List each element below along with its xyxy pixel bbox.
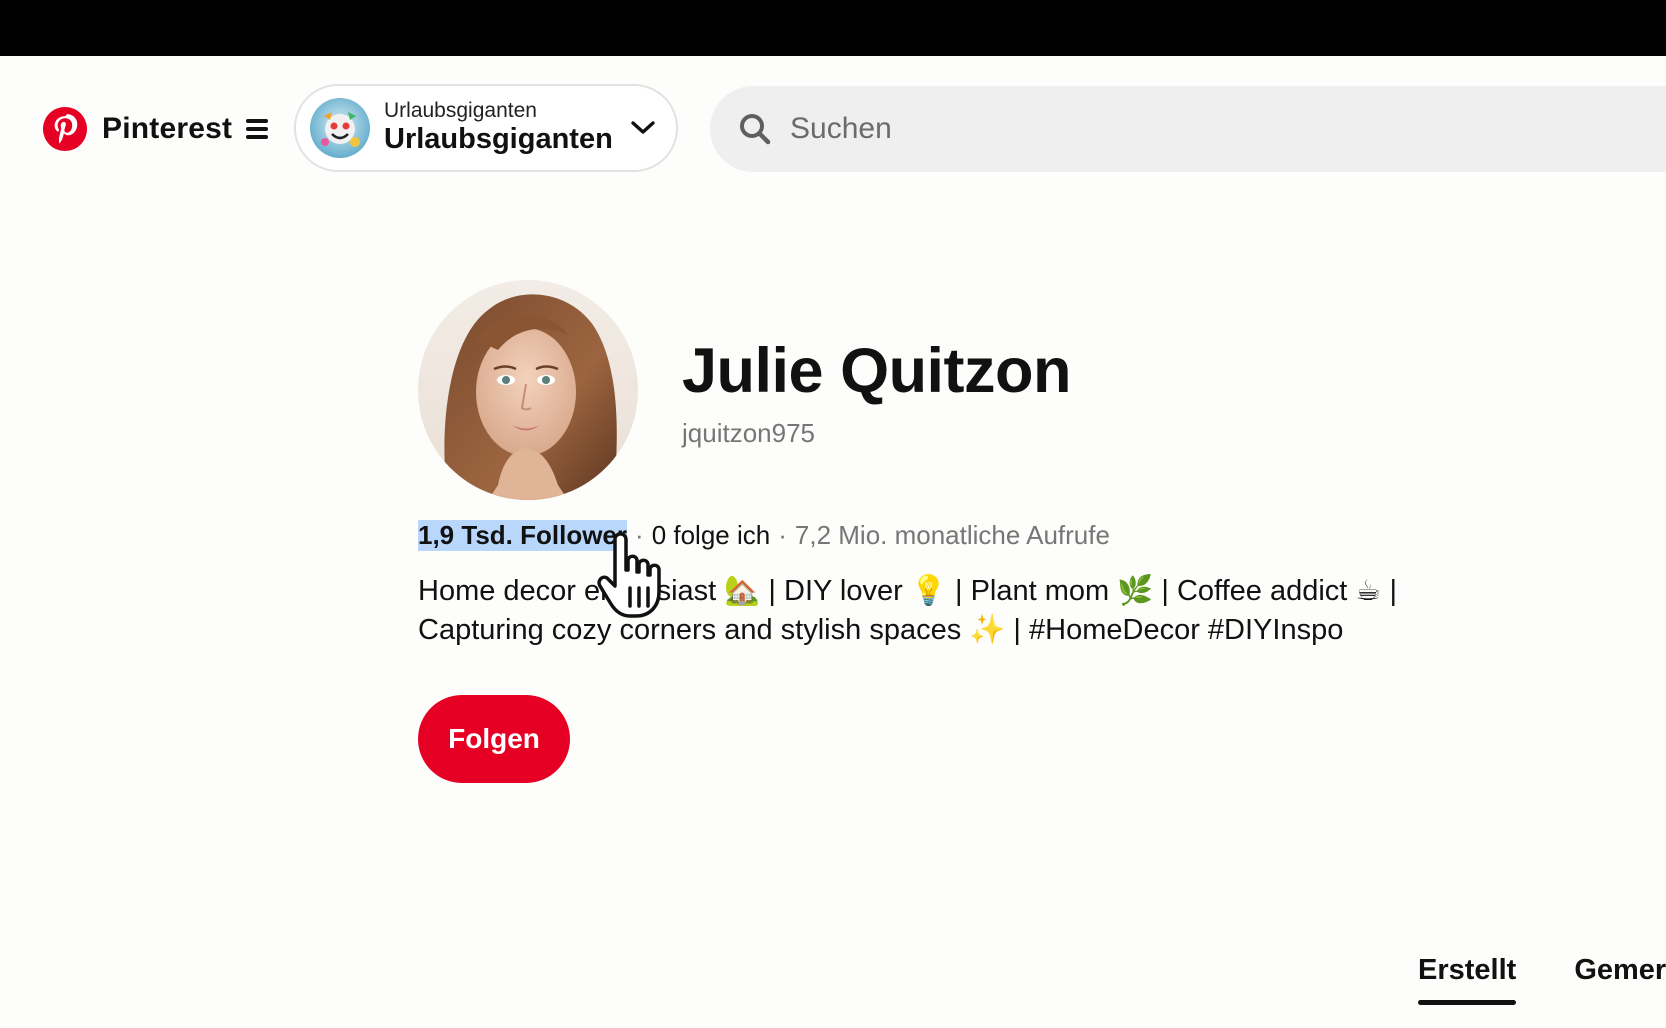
search-bar[interactable]	[710, 86, 1666, 172]
monthly-views: 7,2 Mio. monatliche Aufrufe	[794, 520, 1110, 550]
brand-name[interactable]: Pinterest	[102, 112, 232, 146]
profile-photo	[418, 280, 638, 500]
pinterest-logo-icon[interactable]	[42, 106, 88, 152]
profile-bio: Home decor enthusiast 🏡 | DIY lover 💡 | …	[418, 572, 1428, 650]
tab-created[interactable]: Erstellt	[1418, 954, 1517, 1005]
profile-name: Julie Quitzon	[682, 336, 1072, 406]
brand-area: Pinterest	[42, 105, 269, 153]
follow-button[interactable]: Folgen	[418, 695, 570, 783]
account-text: Urlaubsgiganten Urlaubsgiganten	[384, 99, 613, 156]
search-icon	[740, 114, 771, 145]
followers-link[interactable]: 1,9 Tsd. Follower	[418, 520, 628, 551]
profile-avatar[interactable]	[418, 280, 638, 500]
account-subtitle: Urlaubsgiganten	[384, 99, 537, 123]
account-switcher[interactable]: Urlaubsgiganten Urlaubsgiganten	[294, 84, 678, 172]
top-black-bar	[0, 0, 1666, 56]
following-link[interactable]: 0 folge ich	[652, 520, 771, 551]
profile-handle: jquitzon975	[682, 418, 815, 448]
bio-line: Home decor enthusiast 🏡 | DIY lover 💡 | …	[418, 575, 1397, 607]
menu-icon-bar	[246, 135, 269, 139]
profile-stats: 1,9 Tsd. Follower · 0 folge ich · 7,2 Mi…	[418, 520, 1110, 551]
pinterest-profile-page: Pinterest Urlaubsgiganten Urlaubsgigante…	[0, 0, 1666, 1028]
stats-separator: ·	[635, 520, 644, 550]
stats-separator: ·	[778, 520, 787, 550]
chevron-down-icon[interactable]	[630, 119, 656, 137]
profile-tabs: Erstellt Gemerkt	[1418, 954, 1666, 1005]
menu-icon-bar	[246, 127, 269, 131]
account-name: Urlaubsgiganten	[384, 123, 613, 156]
bio-line: Capturing cozy corners and stylish space…	[418, 614, 1344, 646]
tab-saved[interactable]: Gemerkt	[1574, 954, 1666, 1005]
menu-icon[interactable]	[246, 119, 269, 139]
account-avatar-image	[310, 98, 370, 158]
menu-icon-bar	[246, 119, 269, 123]
search-input[interactable]	[788, 111, 1492, 147]
account-avatar	[310, 98, 370, 158]
